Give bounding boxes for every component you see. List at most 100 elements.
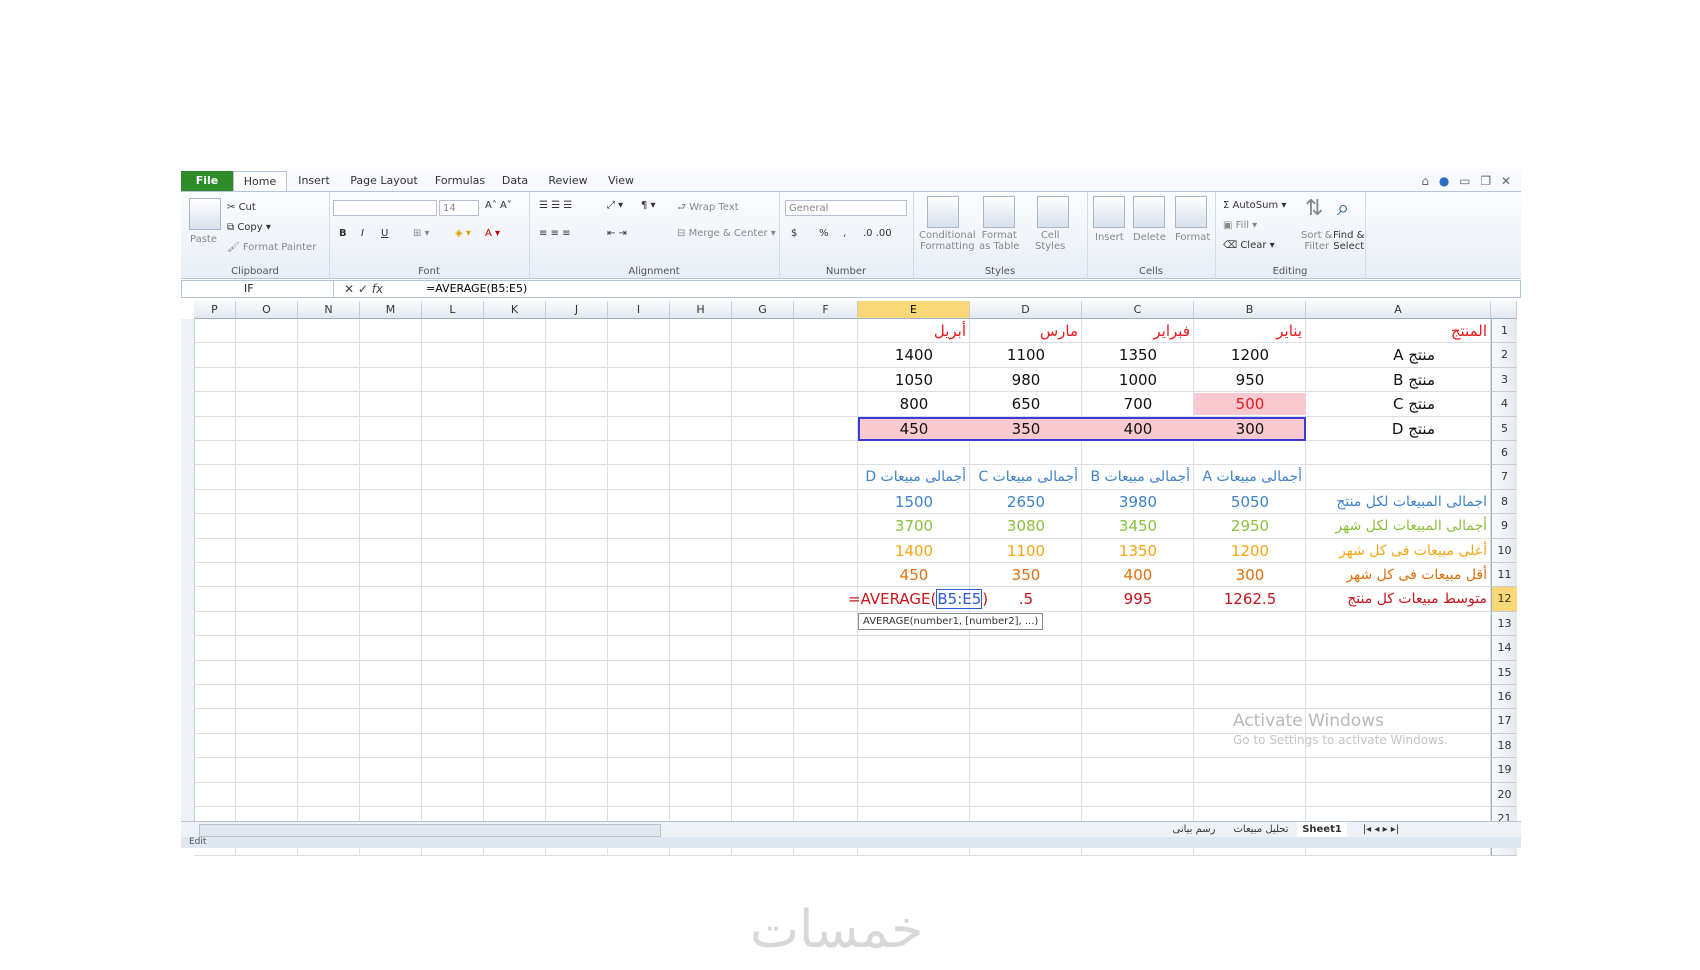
- cell-d9[interactable]: 3080: [970, 515, 1082, 537]
- cell-e4[interactable]: 800: [858, 393, 970, 415]
- tab-formulas[interactable]: Formulas: [429, 171, 491, 191]
- row-header-7[interactable]: 7: [1491, 465, 1517, 490]
- cell-a9[interactable]: أجمالى المبيعات لكل شهر: [1306, 515, 1491, 537]
- column-header-m[interactable]: M: [360, 301, 422, 319]
- underline-button[interactable]: U: [381, 228, 388, 239]
- font-color-icon[interactable]: A ▾: [485, 228, 500, 239]
- cell-d2[interactable]: 1100: [970, 344, 1082, 366]
- format-painter-button[interactable]: 🖌 Format Painter: [227, 242, 316, 253]
- cell-c12[interactable]: 995: [1082, 588, 1194, 610]
- sort-filter-icon[interactable]: ⇅: [1305, 196, 1323, 221]
- delete-cells-icon[interactable]: [1133, 196, 1165, 228]
- cell-d3[interactable]: 980: [970, 369, 1082, 391]
- close-icon[interactable]: ✕: [1501, 174, 1511, 188]
- cell-b10[interactable]: 1200: [1194, 540, 1306, 562]
- row-header-11[interactable]: 11: [1491, 563, 1517, 588]
- sheet-tab-analysis[interactable]: تحليل مبيعات: [1227, 822, 1295, 837]
- tab-page-layout[interactable]: Page Layout: [343, 171, 425, 191]
- tab-view[interactable]: View: [599, 171, 643, 191]
- cell-d4[interactable]: 650: [970, 393, 1082, 415]
- rtl-icon[interactable]: ¶ ▾: [641, 200, 656, 211]
- column-header-f[interactable]: F: [794, 301, 858, 319]
- column-header-j[interactable]: J: [546, 301, 608, 319]
- tab-insert[interactable]: Insert: [289, 171, 339, 191]
- comma-button[interactable]: ,: [843, 228, 846, 239]
- autosum-button[interactable]: Σ AutoSum ▾: [1223, 200, 1286, 211]
- cell-e3[interactable]: 1050: [858, 369, 970, 391]
- cell-styles-icon[interactable]: [1037, 196, 1069, 228]
- cell-b4[interactable]: 500: [1194, 393, 1306, 416]
- tab-file[interactable]: File: [181, 171, 233, 191]
- cell-a12[interactable]: متوسط مبيعات كل منتج: [1306, 588, 1491, 610]
- row-header-16[interactable]: 16: [1491, 685, 1517, 710]
- cell-e8[interactable]: 1500: [858, 491, 970, 513]
- cell-c3[interactable]: 1000: [1082, 369, 1194, 391]
- format-table-icon[interactable]: [983, 196, 1015, 228]
- cell-c8[interactable]: 3980: [1082, 491, 1194, 513]
- row-header-14[interactable]: 14: [1491, 636, 1517, 661]
- align-top-icon[interactable]: ☰ ☰ ☰: [539, 200, 572, 211]
- row-header-13[interactable]: 13: [1491, 611, 1517, 637]
- row-header-17[interactable]: 17: [1491, 709, 1517, 734]
- delete-cells-button[interactable]: Delete: [1133, 232, 1166, 243]
- row-header-1[interactable]: 1: [1491, 319, 1517, 344]
- column-header-i[interactable]: I: [608, 301, 670, 319]
- cell-d1[interactable]: مارس: [970, 320, 1082, 342]
- cell-d11[interactable]: 350: [970, 564, 1082, 586]
- cancel-icon[interactable]: ✕: [344, 282, 354, 296]
- enter-icon[interactable]: ✓: [358, 282, 368, 296]
- cell-c4[interactable]: 700: [1082, 393, 1194, 415]
- cell-a4[interactable]: منتج C: [1306, 393, 1491, 415]
- column-header-b[interactable]: B: [1194, 301, 1306, 319]
- cell-b7[interactable]: أجمالى مبيعات A: [1194, 466, 1306, 488]
- sheet-tab-sheet1[interactable]: Sheet1: [1297, 822, 1347, 837]
- row-header-20[interactable]: 20: [1491, 782, 1517, 807]
- paste-icon[interactable]: [189, 198, 221, 230]
- column-header-a[interactable]: A: [1306, 301, 1491, 319]
- column-header-h[interactable]: H: [670, 301, 732, 319]
- number-format-combo[interactable]: General: [785, 200, 907, 216]
- percent-button[interactable]: %: [819, 228, 829, 239]
- insert-cells-button[interactable]: Insert: [1095, 232, 1124, 243]
- cell-d8[interactable]: 2650: [970, 491, 1082, 513]
- cell-c7[interactable]: أجمالى مبيعات B: [1082, 466, 1194, 488]
- paste-button[interactable]: Paste: [190, 234, 217, 245]
- cell-b1[interactable]: يناير: [1194, 320, 1306, 342]
- cell-a5[interactable]: منتج D: [1306, 418, 1491, 440]
- align-left-icon[interactable]: ≡ ≡ ≡: [539, 228, 571, 239]
- column-header-l[interactable]: L: [422, 301, 484, 319]
- tab-home[interactable]: Home: [233, 171, 287, 192]
- row-header-15[interactable]: 15: [1491, 660, 1517, 685]
- row-header-10[interactable]: 10: [1491, 538, 1517, 563]
- tab-data[interactable]: Data: [493, 171, 537, 191]
- cell-a3[interactable]: منتج B: [1306, 369, 1491, 391]
- italic-button[interactable]: I: [361, 228, 364, 239]
- fx-icon[interactable]: fx: [372, 282, 383, 296]
- cell-e7[interactable]: أجمالى مبيعات D: [858, 466, 970, 488]
- help-icon[interactable]: ●: [1439, 174, 1449, 188]
- insert-cells-icon[interactable]: [1093, 196, 1125, 228]
- row-header-3[interactable]: 3: [1491, 367, 1517, 393]
- column-header-g[interactable]: G: [732, 301, 794, 319]
- fill-color-icon[interactable]: ◈ ▾: [455, 228, 471, 239]
- decimal-icon[interactable]: .0 .00: [863, 228, 892, 239]
- wrap-text-button[interactable]: ⮐ Wrap Text: [677, 200, 739, 217]
- cell-c10[interactable]: 1350: [1082, 540, 1194, 562]
- row-header-2[interactable]: 2: [1491, 343, 1517, 368]
- merge-center-button[interactable]: ⊟ Merge & Center ▾: [677, 228, 776, 239]
- currency-button[interactable]: $: [791, 228, 797, 239]
- row-header-5[interactable]: 5: [1491, 416, 1517, 441]
- grow-font-icon[interactable]: A˄ A˅: [485, 200, 512, 211]
- cell-b3[interactable]: 950: [1194, 369, 1306, 391]
- cell-e2[interactable]: 1400: [858, 344, 970, 366]
- cell-b9[interactable]: 2950: [1194, 515, 1306, 537]
- cell-e12-formula[interactable]: =AVERAGE(B5:E5): [848, 588, 988, 610]
- row-header-18[interactable]: 18: [1491, 733, 1517, 759]
- column-header-c[interactable]: C: [1082, 301, 1194, 319]
- borders-icon[interactable]: ⊞ ▾: [413, 228, 430, 239]
- cell-e1[interactable]: أبريل: [858, 320, 970, 342]
- cell-styles-button[interactable]: Cell Styles: [1035, 230, 1065, 252]
- indent-icon[interactable]: ⇤ ⇥: [607, 228, 627, 239]
- column-header-k[interactable]: K: [484, 301, 546, 319]
- binoculars-icon[interactable]: ⌕: [1337, 196, 1349, 221]
